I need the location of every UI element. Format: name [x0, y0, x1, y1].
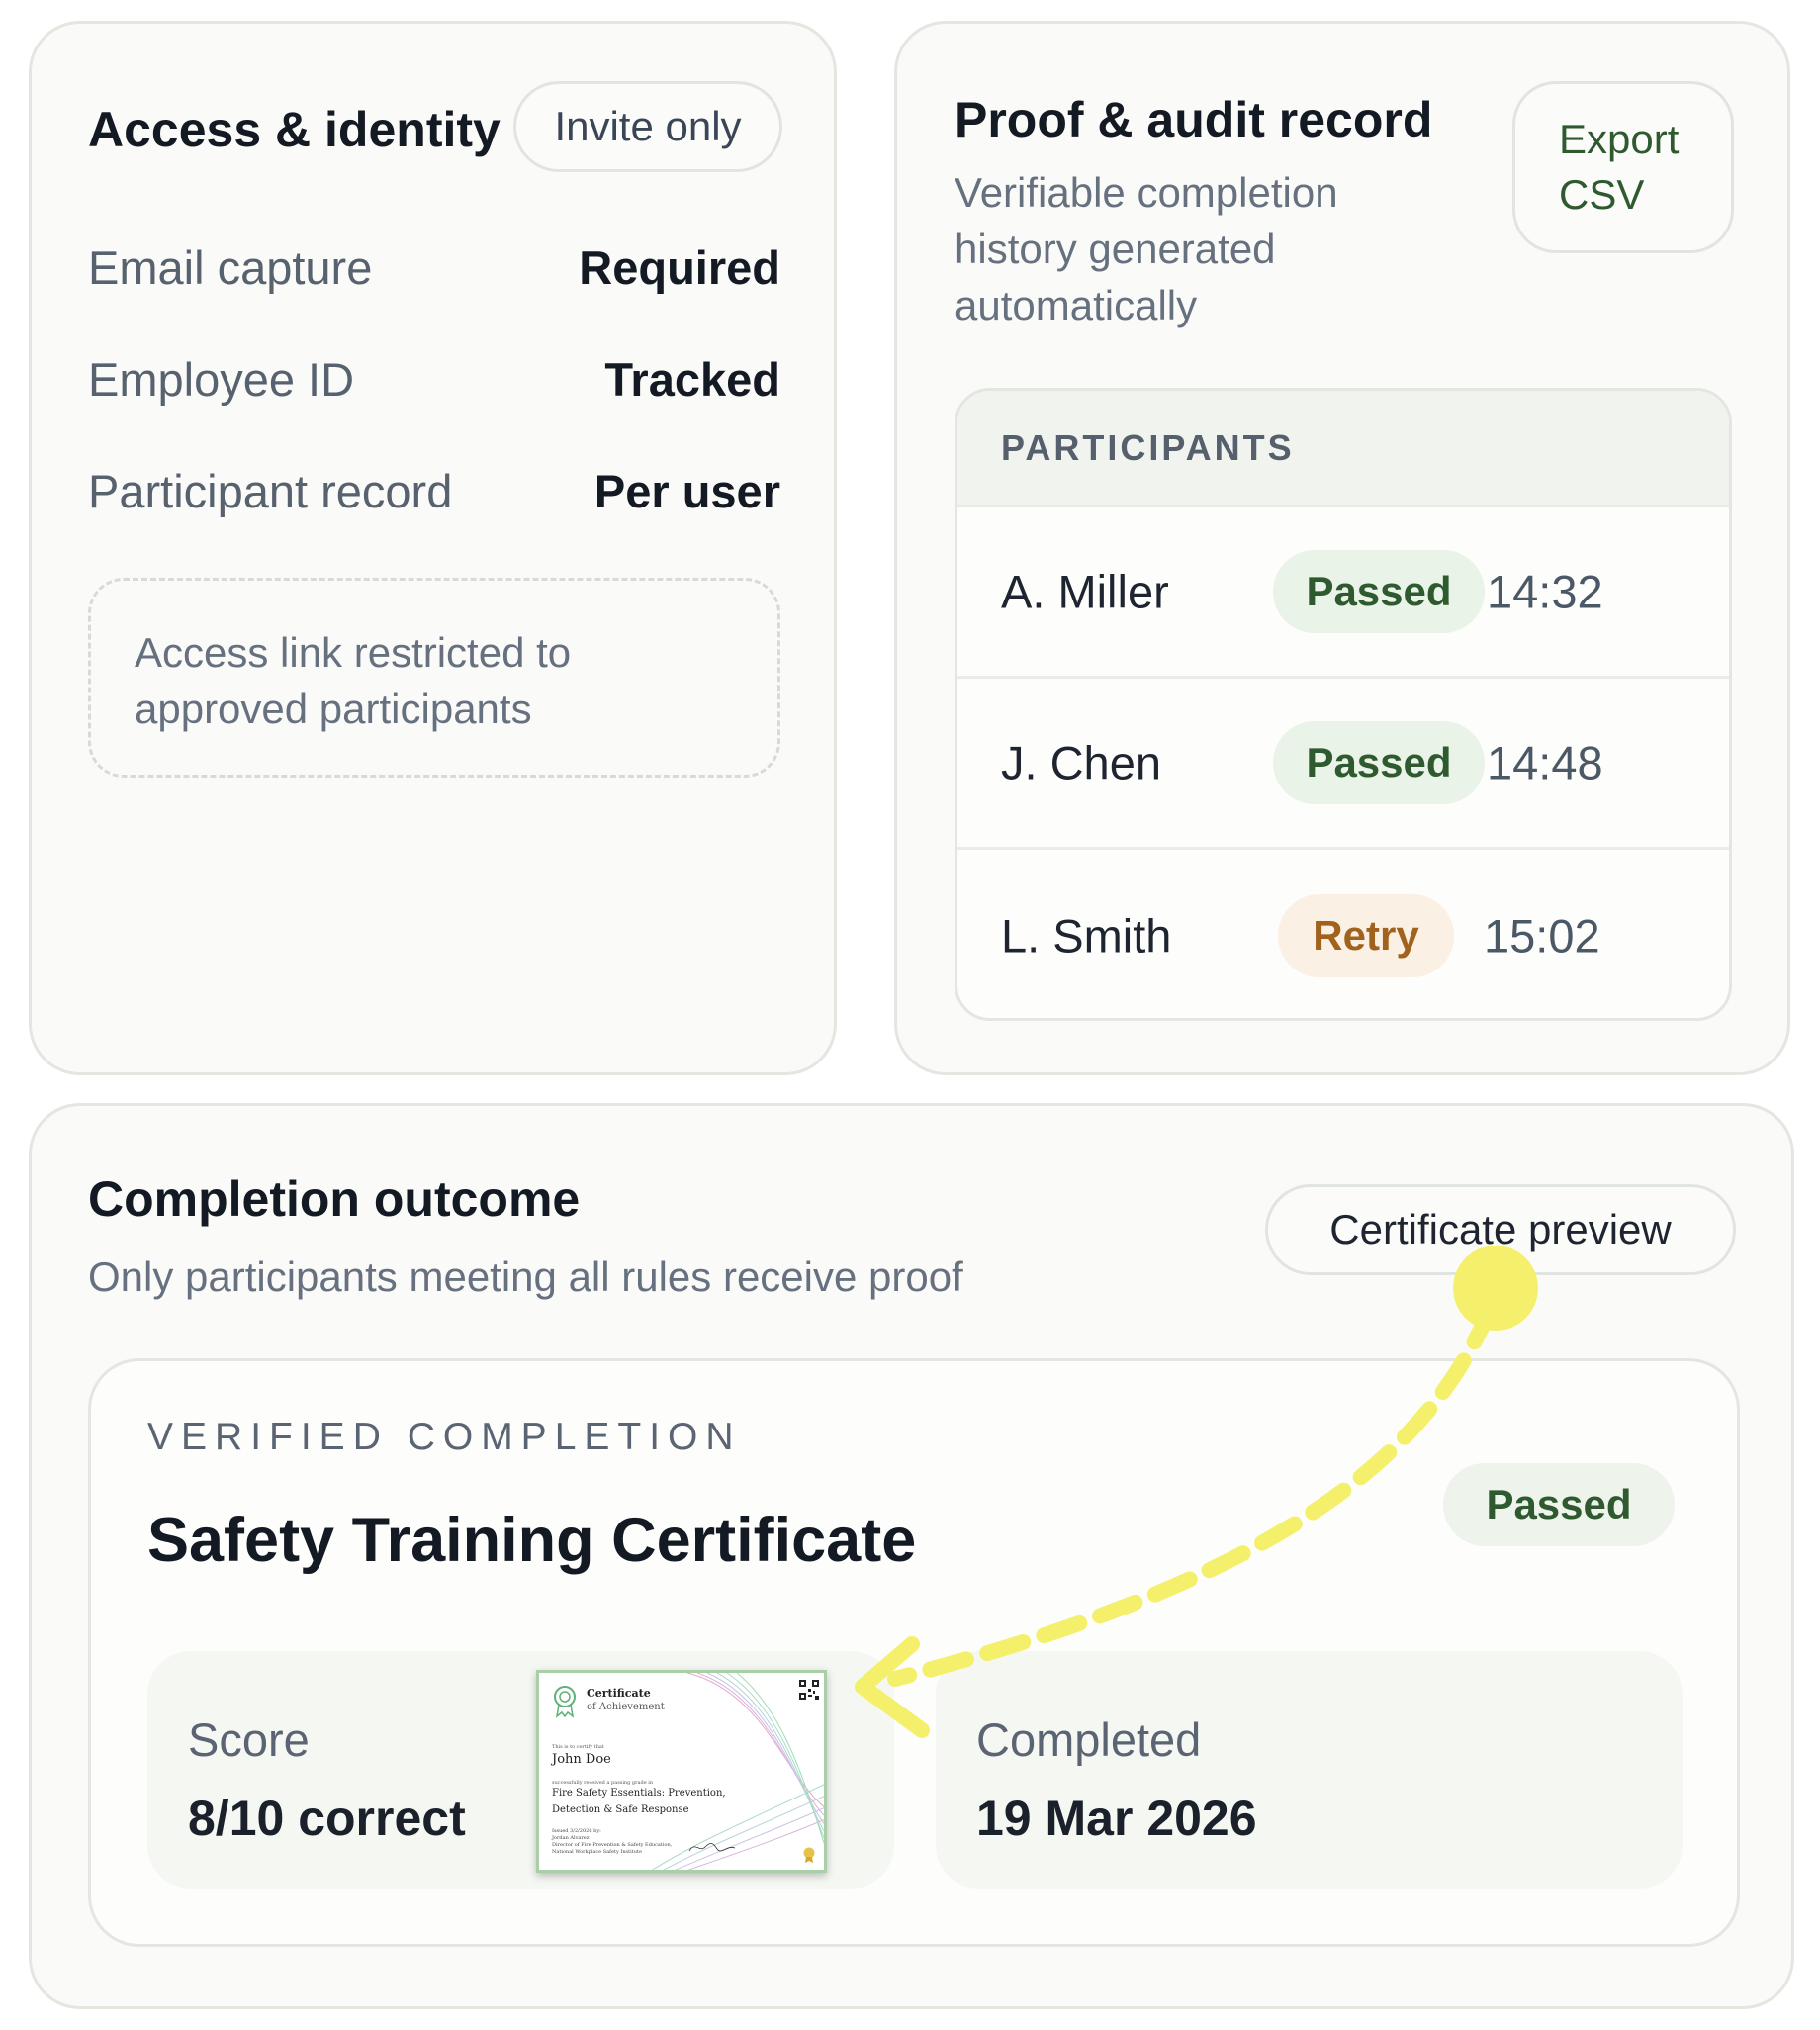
employee-id-label: Employee ID: [88, 352, 355, 406]
participant-name: L. Smith: [1001, 909, 1172, 962]
invite-only-badge: Invite only: [513, 81, 782, 172]
qr-code-icon: [798, 1679, 820, 1701]
email-capture-label: Email capture: [88, 240, 373, 294]
certificate-intro: This is to certify that: [552, 1744, 604, 1750]
participants-header: PARTICIPANTS: [957, 391, 1729, 508]
certificate-thumbnail[interactable]: Certificate of Achievement This is to ce…: [536, 1670, 827, 1873]
ribbon-seal-icon: [554, 1686, 576, 1718]
table-row[interactable]: L. Smith Retry 15:02: [957, 850, 1729, 1018]
proof-audit-card: Proof & audit record Verifiable completi…: [894, 21, 1790, 1075]
completed-label: Completed: [976, 1713, 1202, 1766]
participant-record-label: Participant record: [88, 464, 453, 517]
certificate-course-line2: Detection & Safe Response: [552, 1804, 689, 1815]
certificate-issued: Issued 3/2/2026 by:: [552, 1828, 601, 1834]
certificate-issuer-title: Director of Fire Prevention & Safety Edu…: [552, 1842, 673, 1848]
proof-audit-title: Proof & audit record: [955, 92, 1433, 147]
verified-completion-panel: VERIFIED COMPLETION Safety Training Cert…: [88, 1358, 1740, 1947]
status-badge: Retry: [1278, 893, 1454, 977]
employee-id-value: Tracked: [604, 352, 780, 406]
verified-completion-eyebrow: VERIFIED COMPLETION: [147, 1416, 742, 1458]
gold-seal-icon: [803, 1847, 815, 1863]
certificate-title: Safety Training Certificate: [147, 1506, 917, 1575]
completion-outcome-subtitle: Only participants meeting all rules rece…: [88, 1253, 963, 1300]
certificate-course-line1: Fire Safety Essentials: Prevention,: [552, 1788, 726, 1799]
participant-name: J. Chen: [1001, 736, 1161, 789]
certificate-subheading: of Achievement: [587, 1702, 665, 1712]
completed-value: 19 Mar 2026: [976, 1791, 1257, 1846]
email-capture-row: Email capture Required: [88, 237, 780, 297]
passed-badge: Passed: [1443, 1463, 1675, 1546]
table-row[interactable]: A. Miller Passed 14:32: [957, 508, 1729, 679]
completion-outcome-title: Completion outcome: [88, 1171, 581, 1227]
certificate-preview-button[interactable]: Certificate preview: [1265, 1184, 1736, 1275]
certificate-issuer-name: Jordan Alvarez: [552, 1835, 590, 1841]
certificate-recipient: John Doe: [552, 1752, 611, 1767]
access-restriction-note: Access link restricted to approved parti…: [88, 578, 780, 778]
proof-audit-subtitle: Verifiable completion history generated …: [955, 169, 1338, 328]
certificate-heading: Certificate: [587, 1687, 651, 1700]
completion-outcome-card: Completion outcome Only participants mee…: [29, 1103, 1794, 2009]
participant-name: A. Miller: [1001, 565, 1169, 618]
access-identity-title: Access & identity: [88, 102, 500, 157]
status-badge: Passed: [1273, 721, 1485, 804]
score-value: 8/10 correct: [188, 1791, 466, 1846]
participant-record-row: Participant record Per user: [88, 461, 780, 520]
signature-mark: [688, 1843, 736, 1852]
certificate-issuer-org: National Workplace Safety Institute: [552, 1849, 642, 1855]
participant-record-value: Per user: [593, 464, 780, 517]
export-csv-button[interactable]: Export CSV: [1512, 81, 1734, 253]
completion-time: 15:02: [1484, 909, 1600, 962]
status-badge: Passed: [1273, 550, 1485, 633]
access-identity-card: Access & identity Invite only Email capt…: [29, 21, 837, 1075]
email-capture-value: Required: [579, 240, 780, 294]
completion-time: 14:32: [1487, 565, 1603, 618]
completion-time: 14:48: [1487, 736, 1603, 789]
table-row[interactable]: J. Chen Passed 14:48: [957, 679, 1729, 850]
completed-stat: Completed 19 Mar 2026: [936, 1651, 1683, 1889]
score-label: Score: [188, 1713, 310, 1766]
certificate-passed-text: successfully received a passing grade in: [552, 1780, 654, 1786]
employee-id-row: Employee ID Tracked: [88, 349, 780, 409]
participants-table: PARTICIPANTS A. Miller Passed 14:32 J. C…: [955, 388, 1732, 1021]
